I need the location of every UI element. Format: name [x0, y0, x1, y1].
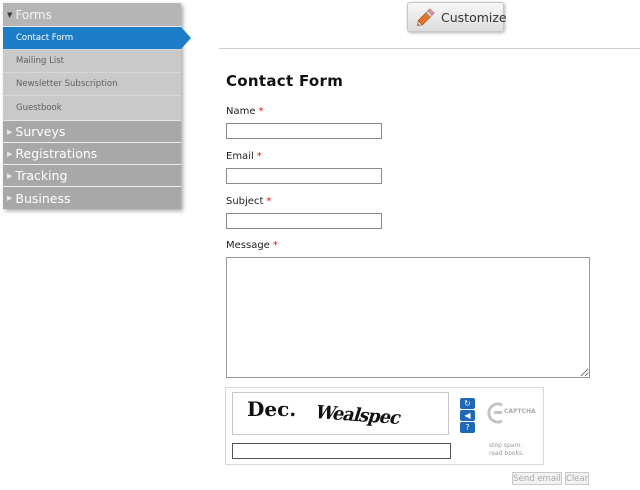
header-divider — [219, 48, 640, 49]
sidebar-section-label: Business — [15, 190, 71, 206]
required-marker: * — [266, 196, 272, 207]
sidebar-section-tracking[interactable]: ▶ Tracking — [3, 165, 181, 187]
name-label: Name * — [226, 106, 264, 117]
customize-label: Customize — [441, 9, 507, 25]
triangle-right-icon: ▶ — [7, 171, 13, 180]
sidebar-item-guestbook[interactable]: Guestbook — [3, 96, 181, 119]
sidebar-section-registrations[interactable]: ▶ Registrations — [3, 143, 181, 165]
sidebar-section-forms[interactable]: ▼ Forms — [3, 3, 181, 27]
captcha-logo: CAPTCHA — [487, 400, 542, 426]
subject-field[interactable] — [226, 213, 382, 229]
captcha-word-1: Dec. — [247, 397, 297, 421]
email-label: Email * — [226, 151, 262, 162]
sidebar-item-mailing-list[interactable]: Mailing List — [3, 50, 181, 73]
sidebar-nav: ▼ Forms Contact Form Mailing List Newsle… — [3, 3, 191, 209]
captcha-logo-text: CAPTCHA — [504, 408, 536, 415]
triangle-right-icon: ▶ — [7, 194, 13, 202]
sidebar-item-label: Contact Form — [16, 33, 74, 43]
forms-submenu: Contact Form Mailing List Newsletter Sub… — [3, 27, 191, 121]
sidebar-item-label: Guestbook — [16, 102, 62, 113]
sidebar-item-newsletter-subscription[interactable]: Newsletter Subscription — [3, 73, 181, 96]
sidebar-item-contact-form[interactable]: Contact Form — [3, 27, 191, 50]
triangle-right-icon: ▶ — [7, 127, 13, 136]
subject-label: Subject * — [226, 196, 271, 207]
clear-button[interactable]: Clear — [565, 472, 589, 485]
triangle-down-icon: ▼ — [7, 10, 13, 19]
sidebar-item-label: Newsletter Subscription — [16, 79, 118, 89]
sidebar-section-label: Surveys — [15, 124, 66, 139]
captcha-tagline: read books. — [489, 450, 525, 457]
sidebar-item-label: Mailing List — [16, 56, 64, 66]
help-icon[interactable]: ? — [460, 422, 475, 433]
name-label-text: Name — [226, 106, 256, 117]
sidebar-section-label: Forms — [15, 7, 52, 22]
sidebar-section-label: Registrations — [15, 146, 98, 161]
sidebar-section-business[interactable]: ▶ Business — [3, 187, 181, 209]
subject-label-text: Subject — [226, 196, 264, 207]
email-field[interactable] — [226, 168, 382, 184]
captcha-image: Dec. Wealspec — [232, 392, 449, 435]
captcha-response-input[interactable] — [232, 443, 451, 459]
captcha-tagline: stop spam. — [489, 442, 523, 449]
message-field[interactable] — [226, 257, 590, 378]
sidebar-section-label: Tracking — [15, 168, 68, 183]
name-field[interactable] — [226, 123, 382, 139]
required-marker: * — [272, 240, 278, 251]
sidebar-section-surveys[interactable]: ▶ Surveys — [3, 121, 181, 143]
captcha-widget: Dec. Wealspec ↻ ◀ ? CAPTCHA stop spam. r… — [225, 387, 544, 465]
required-marker: * — [256, 151, 262, 162]
message-label: Message * — [226, 240, 278, 251]
required-marker: * — [258, 106, 264, 117]
send-email-button[interactable]: Send email — [512, 472, 562, 485]
customize-button[interactable]: Customize — [407, 2, 507, 32]
page-title: Contact Form — [226, 72, 344, 90]
message-label-text: Message — [226, 240, 270, 251]
pencil-icon — [415, 6, 437, 28]
audio-icon[interactable]: ◀ — [460, 410, 475, 421]
email-label-text: Email — [226, 151, 254, 162]
refresh-icon[interactable]: ↻ — [460, 398, 475, 409]
triangle-right-icon: ▶ — [7, 149, 13, 158]
captcha-word-2: Wealspec — [312, 402, 404, 429]
